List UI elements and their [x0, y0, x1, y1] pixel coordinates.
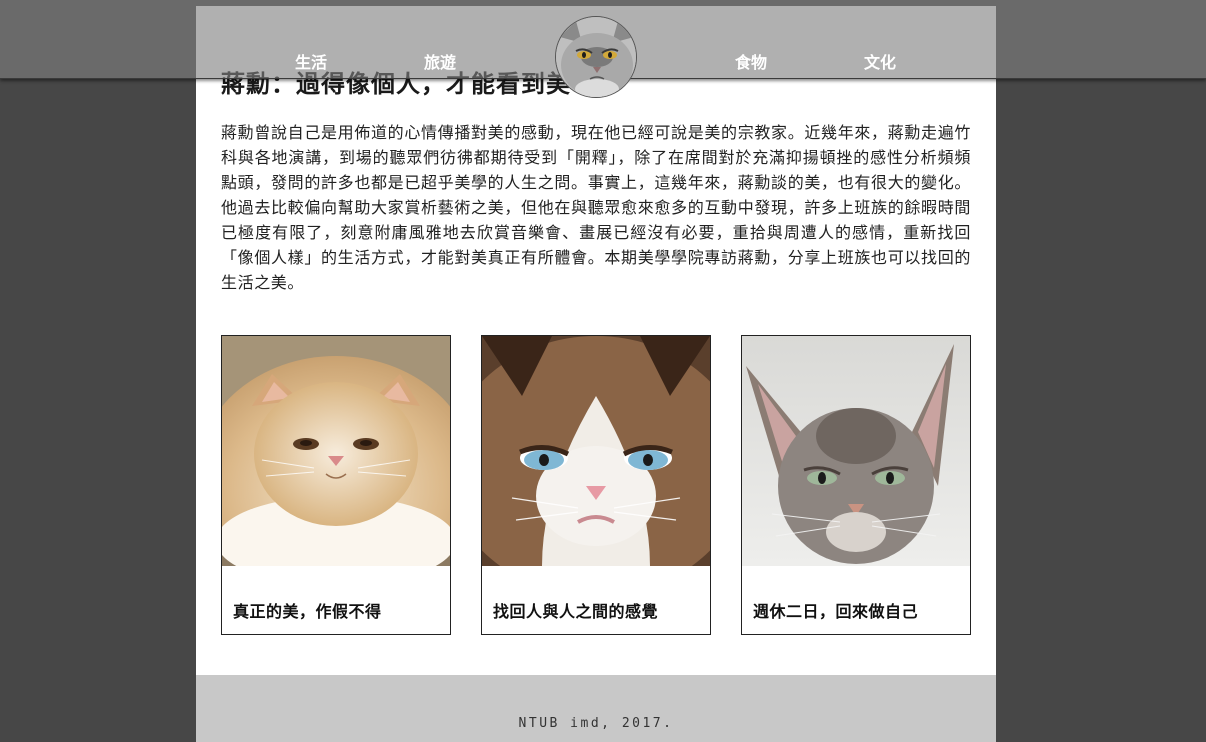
article-intro: 蔣勳曾說自己是用佈道的心情傳播對美的感動，現在他已經可說是美的宗教家。近幾年來，… [221, 123, 971, 292]
cat-logo-icon [556, 17, 636, 97]
grumpy-cat-photo [482, 336, 710, 566]
article-card-3[interactable]: 週休二日，回來做自己 [741, 335, 971, 635]
nav-item-life[interactable]: 生活 [295, 49, 327, 73]
devon-rex-cat-photo [742, 336, 970, 566]
nav-item-culture[interactable]: 文化 [864, 49, 896, 73]
cat-logo[interactable] [555, 16, 637, 98]
page-container: 蔣勳：過得像個人，才能看到美 蔣勳曾說自己是用佈道的心情傳播對美的感動，現在他已… [196, 6, 996, 742]
card-caption: 週休二日，回來做自己 [753, 602, 919, 621]
card-list: 真正的美，作假不得 找回人與人之間的感覺 週休二日，回來做自己 [221, 335, 971, 635]
card-caption: 找回人與人之間的感覺 [493, 602, 659, 621]
footer: NTUB imd, 2017. [196, 675, 996, 742]
persian-cat-photo [222, 336, 450, 566]
article-card-1[interactable]: 真正的美，作假不得 [221, 335, 451, 635]
nav-item-food[interactable]: 食物 [735, 49, 767, 73]
nav-item-travel[interactable]: 旅遊 [424, 49, 456, 73]
footer-copyright: NTUB imd, 2017. [518, 716, 674, 731]
article-card-2[interactable]: 找回人與人之間的感覺 [481, 335, 711, 635]
card-caption: 真正的美，作假不得 [233, 602, 382, 621]
